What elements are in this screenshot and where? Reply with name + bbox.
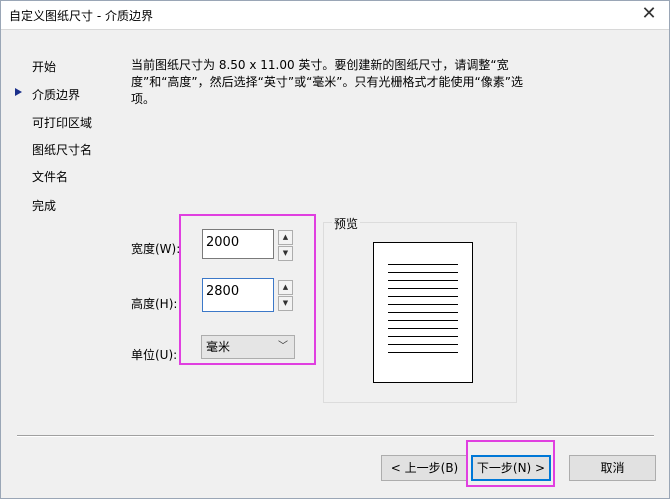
preview-line [388,312,458,313]
preview-line [388,280,458,281]
next-highlight-frame [466,440,555,487]
preview-line [388,328,458,329]
nav-item-media-bounds: 介质边界 [32,88,81,102]
width-label: 宽度(W): [131,242,181,256]
preview-line [388,336,458,337]
preview-line [388,296,458,297]
nav-item-finish: 完成 [32,199,57,213]
inputs-highlight-frame [179,214,316,365]
nav-item-start: 开始 [32,60,57,74]
title-bar: 自定义图纸尺寸 - 介质边界 ✕ [1,1,669,30]
cancel-button[interactable]: 取消 [569,455,656,481]
nav-item-paper-size-name: 图纸尺寸名 [32,143,93,157]
units-label: 单位(U): [131,348,178,362]
window-title: 自定义图纸尺寸 - 介质边界 [9,9,153,23]
preview-line [388,288,458,289]
paper-preview [373,242,473,383]
preview-line [388,264,458,265]
preview-label: 预览 [332,215,361,232]
preview-line [388,320,458,321]
dialog-window: 自定义图纸尺寸 - 介质边界 ✕ 开始 介质边界 可打印区域 图纸尺寸名 文件名… [0,0,670,499]
height-label: 高度(H): [131,297,178,311]
back-button[interactable]: < 上一步(B) [381,455,468,481]
preview-line [388,272,458,273]
instruction-text: 当前图纸尺寸为 8.50 x 11.00 英寸。要创建新的图纸尺寸，请调整“宽度… [131,58,523,106]
nav-item-file-name: 文件名 [32,170,69,184]
close-icon[interactable]: ✕ [639,4,659,24]
current-step-marker-icon [15,88,22,96]
preview-line [388,304,458,305]
preview-line [388,352,458,353]
preview-line [388,344,458,345]
nav-item-printable-area: 可打印区域 [32,116,93,130]
footer-separator [17,435,654,437]
